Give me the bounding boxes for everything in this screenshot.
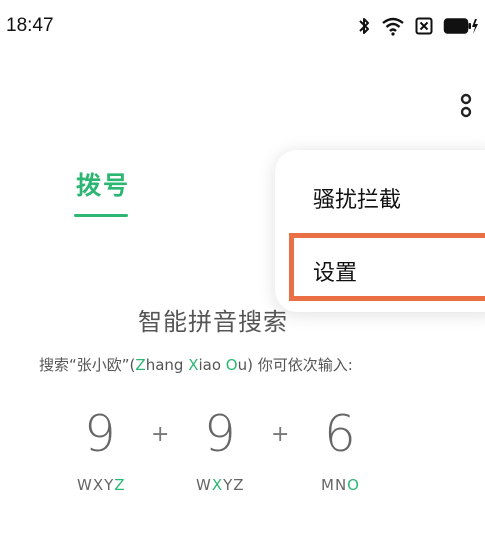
status-bar: 18:47	[0, 0, 485, 56]
more-options-button[interactable]	[452, 92, 480, 124]
key-digit-1: 9	[84, 405, 116, 463]
smart-search-title: 智能拼音搜索	[138, 308, 288, 336]
key-letters-1: WXYZ	[77, 476, 126, 494]
tab-dial[interactable]: 拨号	[76, 166, 130, 202]
battery-charging-icon	[443, 17, 479, 35]
menu-item-harassment-block[interactable]: 骚扰拦截	[313, 182, 401, 214]
plus-sign-1: +	[151, 422, 170, 447]
wifi-icon	[381, 16, 405, 36]
smart-search-description: 搜索“张小欧”(Zhang Xiao Ou) 你可依次输入:	[39, 356, 353, 374]
bluetooth-icon	[357, 16, 371, 36]
tab-dial-indicator	[74, 214, 128, 217]
key-letters-2: WXYZ	[196, 476, 245, 494]
plus-sign-2: +	[271, 422, 290, 447]
status-time: 18:47	[6, 15, 54, 36]
status-icons	[357, 16, 479, 36]
key-letters-3: MNO	[321, 476, 360, 494]
key-digit-2: 9	[204, 405, 236, 463]
sim-card-icon	[415, 17, 433, 35]
settings-highlight-box	[289, 233, 485, 301]
more-vertical-icon	[452, 92, 480, 124]
key-digit-3: 6	[324, 405, 356, 463]
